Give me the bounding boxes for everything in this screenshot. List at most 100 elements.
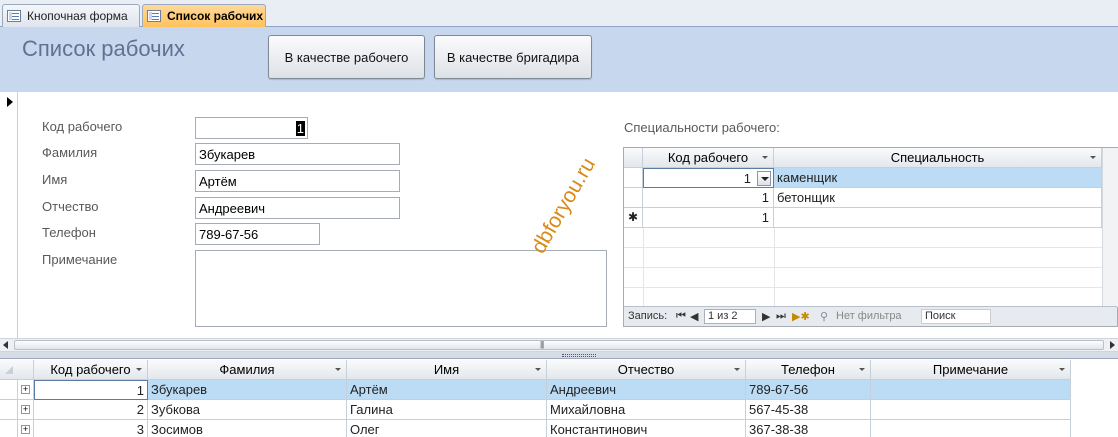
- current-record-arrow-icon: [7, 97, 13, 107]
- column-header-code[interactable]: Код рабочего: [643, 148, 774, 168]
- previous-record-icon[interactable]: ◀: [690, 310, 698, 323]
- column-header-firstname[interactable]: Имя: [347, 360, 547, 380]
- phone-cell[interactable]: 367-38-38: [746, 420, 871, 437]
- column-header-note[interactable]: Примечание: [871, 360, 1071, 380]
- column-header-label: Фамилия: [219, 362, 275, 377]
- patronymic-cell[interactable]: Андреевич: [547, 380, 746, 400]
- sort-arrow-icon: [1090, 156, 1096, 159]
- note-cell[interactable]: [871, 420, 1071, 437]
- row-selector[interactable]: [0, 380, 18, 400]
- code-combo-cell[interactable]: 1: [643, 168, 774, 188]
- column-header-specialty[interactable]: Специальность: [774, 148, 1102, 168]
- expand-plus-icon[interactable]: +: [21, 385, 30, 394]
- expand-plus-icon[interactable]: +: [21, 405, 30, 414]
- record-label: Запись:: [628, 310, 668, 322]
- row-selector[interactable]: [624, 188, 643, 208]
- expand-plus-icon[interactable]: +: [21, 425, 30, 434]
- patronymic-field[interactable]: Андреевич: [195, 197, 400, 219]
- as-foreman-button[interactable]: В качестве бригадира: [434, 35, 592, 79]
- tab-workers-list[interactable]: Список рабочих: [142, 4, 266, 27]
- code-field[interactable]: 1: [195, 117, 308, 139]
- form-horizontal-scrollbar[interactable]: |||: [0, 338, 1118, 352]
- specialty-cell[interactable]: каменщик: [774, 168, 1102, 188]
- patronymic-cell[interactable]: Константинович: [547, 420, 746, 437]
- scroll-left-arrow-icon[interactable]: [3, 341, 8, 349]
- tab-label: Кнопочная форма: [27, 9, 128, 23]
- subform-header-row: Код рабочего Специальность: [624, 148, 1102, 168]
- page-title: Список рабочих: [22, 36, 185, 61]
- patronymic-cell[interactable]: Михайловна: [547, 400, 746, 420]
- lastname-field[interactable]: Збукарев: [195, 143, 400, 165]
- subform-caption: Специальности рабочего:: [624, 120, 780, 135]
- specialties-subform: Код рабочего Специальность 1 каменщик 1 …: [623, 147, 1118, 327]
- specialty-cell[interactable]: бетонщик: [774, 188, 1102, 208]
- lastname-cell[interactable]: Зосимов: [148, 420, 347, 437]
- code-cell[interactable]: 1: [643, 208, 774, 228]
- first-record-icon[interactable]: ⏮: [676, 310, 686, 323]
- column-header-code[interactable]: Код рабочего: [34, 360, 148, 380]
- table-row[interactable]: + 3 Зосимов Олег Константинович 367-38-3…: [0, 420, 1071, 437]
- row-selector[interactable]: [0, 400, 18, 420]
- as-worker-button[interactable]: В качестве рабочего: [268, 35, 425, 79]
- empty-grid-row: [624, 268, 1102, 288]
- phone-cell[interactable]: 567-45-38: [746, 400, 871, 420]
- sort-arrow-icon: [136, 368, 142, 371]
- subform-row[interactable]: 1 каменщик: [624, 168, 1102, 188]
- next-record-icon[interactable]: ▶: [762, 310, 770, 323]
- table-row[interactable]: + 1 Збукарев Артём Андреевич 789-67-56: [0, 380, 1071, 400]
- split-form-divider[interactable]: [0, 352, 1118, 359]
- tab-switchboard-form[interactable]: Кнопочная форма: [2, 4, 140, 27]
- firstname-cell[interactable]: Галина: [347, 400, 547, 420]
- subform-row[interactable]: 1 бетонщик: [624, 188, 1102, 208]
- empty-grid-row: [624, 288, 1102, 308]
- scrollbar-thumb[interactable]: [14, 340, 1104, 350]
- lastname-cell[interactable]: Зубкова: [148, 400, 347, 420]
- current-record-field[interactable]: 1 из 2: [704, 309, 756, 324]
- select-all-cell[interactable]: [0, 360, 34, 380]
- scroll-right-arrow-icon[interactable]: [1110, 341, 1115, 349]
- code-cell[interactable]: 2: [34, 400, 148, 420]
- form-icon: [7, 10, 21, 22]
- column-header-label: Имя: [433, 362, 460, 377]
- column-header-patronymic[interactable]: Отчество: [547, 360, 746, 380]
- note-label: Примечание: [42, 252, 118, 267]
- column-header-phone[interactable]: Телефон: [746, 360, 871, 380]
- sort-arrow-icon: [734, 368, 740, 371]
- note-field[interactable]: [195, 250, 607, 327]
- code-cell[interactable]: 3: [34, 420, 148, 437]
- empty-grid-row: [624, 228, 1102, 248]
- scroll-grip-icon: |||: [540, 340, 544, 349]
- firstname-field[interactable]: Артём: [195, 170, 400, 192]
- expand-cell: +: [18, 400, 34, 420]
- subform-new-row[interactable]: ✱ 1: [624, 208, 1102, 228]
- code-cell[interactable]: 1: [34, 380, 148, 400]
- sort-arrow-icon: [859, 368, 865, 371]
- filter-icon[interactable]: ⚲: [820, 310, 828, 323]
- phone-field[interactable]: 789-67-56: [195, 223, 320, 245]
- firstname-cell[interactable]: Олег: [347, 420, 547, 437]
- phone-cell[interactable]: 789-67-56: [746, 380, 871, 400]
- select-all-cell[interactable]: [624, 148, 643, 168]
- last-record-icon[interactable]: ⏭: [776, 310, 786, 323]
- subform-vertical-scrollbar[interactable]: [1102, 148, 1118, 307]
- column-header-lastname[interactable]: Фамилия: [148, 360, 347, 380]
- dropdown-arrow-icon[interactable]: [757, 171, 771, 186]
- lastname-cell[interactable]: Збукарев: [148, 380, 347, 400]
- filter-status[interactable]: Нет фильтра: [836, 310, 902, 322]
- new-record-nav-icon[interactable]: ▶✱: [792, 310, 810, 323]
- note-cell[interactable]: [871, 380, 1071, 400]
- table-row[interactable]: + 2 Зубкова Галина Михайловна 567-45-38: [0, 400, 1071, 420]
- code-cell[interactable]: 1: [643, 188, 774, 208]
- tab-label: Список рабочих: [167, 9, 264, 23]
- record-selector[interactable]: [0, 92, 18, 338]
- note-cell[interactable]: [871, 400, 1071, 420]
- sort-arrow-icon: [762, 156, 768, 159]
- row-selector[interactable]: [624, 168, 643, 188]
- new-record-icon: ✱: [624, 208, 643, 228]
- firstname-cell[interactable]: Артём: [347, 380, 547, 400]
- row-selector[interactable]: [0, 420, 18, 437]
- sort-arrow-icon: [1059, 368, 1065, 371]
- phone-label: Телефон: [42, 225, 96, 240]
- search-input[interactable]: Поиск: [921, 309, 991, 324]
- specialty-cell[interactable]: [774, 208, 1102, 228]
